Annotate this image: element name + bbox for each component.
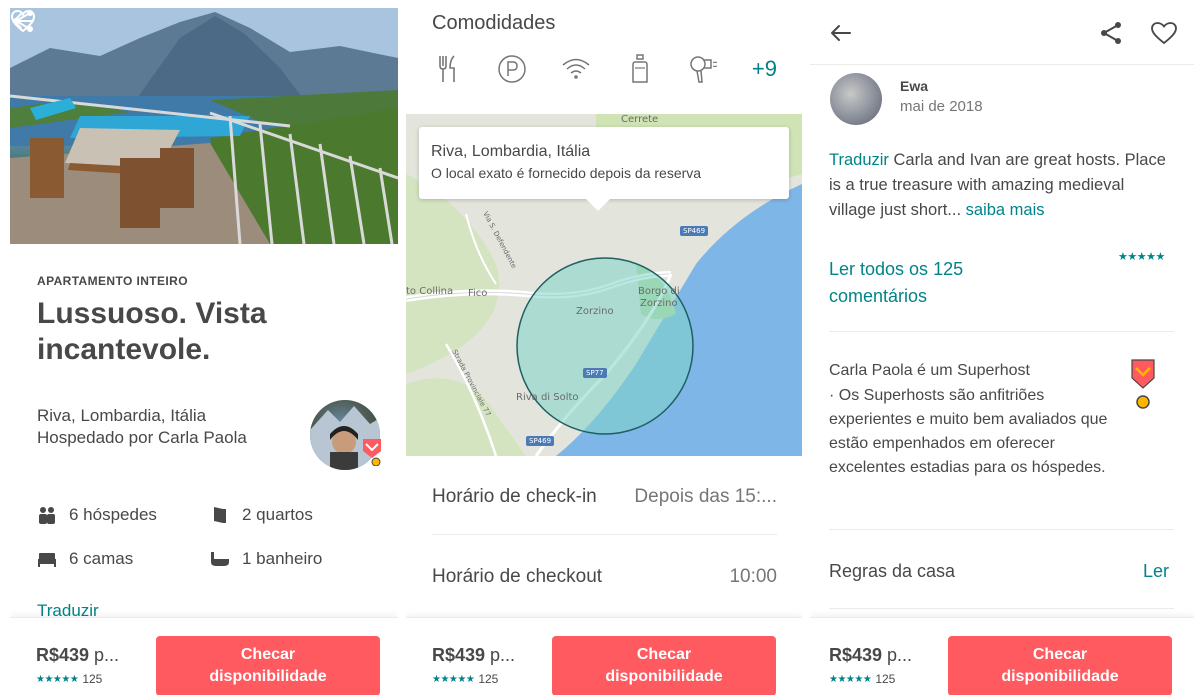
superhost-badge-icon	[1131, 359, 1155, 409]
more-amenities-link[interactable]: +9	[752, 56, 777, 82]
divider	[829, 529, 1174, 530]
checkin-value: Depois das 15:...	[634, 486, 777, 507]
map-label-riva-di-solto: Riva di Solto	[516, 392, 579, 403]
rating: ★★★★★ 125	[36, 672, 102, 686]
map-label-collina: to Collina	[406, 286, 454, 297]
rating: ★★★★★ 125	[432, 672, 498, 686]
wifi-icon	[560, 53, 592, 85]
amenities-map-screen: Comodidades +9 Cerrete to Collina Fico Z…	[406, 0, 802, 695]
divider	[829, 331, 1174, 332]
price: R$439 p...	[36, 645, 120, 665]
read-more-link[interactable]: saiba mais	[966, 201, 1045, 219]
road-badge-sp469-2: SP469	[526, 436, 555, 446]
back-arrow-icon[interactable]	[830, 20, 852, 46]
superhost-description: · Os Superhosts são anfitriões experient…	[829, 387, 1108, 476]
house-rules-read-link[interactable]: Ler	[1143, 561, 1169, 582]
map-label-fico: Fico	[468, 288, 488, 299]
share-icon[interactable]	[1098, 20, 1124, 46]
map-tooltip: Riva, Lombardia, Itália O local exato é …	[419, 127, 789, 211]
feature-bathrooms: 1 banheiro	[210, 549, 322, 569]
listing-location: Riva, Lombardia, Itália	[37, 406, 207, 425]
review-count: 125	[82, 672, 103, 686]
map-label-borgo: Borgo di	[638, 286, 680, 297]
review-stars: ★★★★★	[1118, 251, 1165, 263]
feature-beds: 6 camas	[37, 549, 133, 569]
map-label-borgo-zorzino: Zorzino	[640, 298, 678, 309]
beds-text: 6 camas	[69, 549, 134, 568]
listing-title: Lussuoso. Vista incantevole.	[37, 297, 267, 366]
bed-icon	[38, 553, 56, 567]
rating-stars: ★★★★★	[432, 673, 475, 685]
hairdryer-icon	[688, 53, 720, 85]
listing-photo[interactable]	[10, 8, 398, 244]
rating-stars: ★★★★★	[829, 673, 872, 685]
amenities-title: Comodidades	[432, 12, 556, 34]
guests-icon	[39, 507, 55, 524]
booking-bar: R$439 p... ★★★★★ 125 Checar disponibilida…	[10, 617, 398, 695]
checkin-row[interactable]: Horário de check-in Depois das 15:...	[432, 486, 777, 508]
tooltip-subtitle: O local exato é fornecido depois da rese…	[431, 165, 702, 181]
bottle-icon	[624, 53, 656, 85]
reviewer-name: Ewa	[900, 78, 929, 94]
rating-stars: ★★★★★	[36, 673, 79, 685]
bathrooms-text: 1 banheiro	[242, 549, 323, 568]
host-line: Hospedado por Carla Paola	[37, 428, 247, 447]
bedrooms-text: 2 quartos	[242, 505, 313, 524]
check-availability-button[interactable]: Checar disponibilidade	[948, 636, 1172, 695]
divider	[432, 534, 777, 535]
road-badge-sp77: SP77	[583, 368, 607, 378]
price: R$439 p...	[432, 645, 516, 665]
rating: ★★★★★ 125	[829, 672, 895, 686]
divider	[829, 608, 1174, 609]
road-badge-sp469: SP469	[680, 226, 709, 236]
booking-bar: R$439 p... ★★★★★ 125 Checar disponibilida…	[810, 617, 1194, 695]
check-availability-button[interactable]: Checar disponibilidade	[552, 636, 776, 695]
map-label-cerrete: Cerrete	[621, 114, 659, 125]
divider	[810, 64, 1194, 65]
superhost-title: Carla Paola é um Superhost	[829, 362, 1030, 379]
checkin-label: Horário de check-in	[432, 486, 597, 507]
review-translate-link[interactable]: Traduzir	[829, 151, 889, 169]
review-count: 125	[875, 672, 896, 686]
reviews-screen: Ewa mai de 2018 Traduzir Carla and Ivan …	[810, 0, 1194, 695]
listing-type: APARTAMENTO INTEIRO	[37, 274, 188, 288]
booking-bar: R$439 p... ★★★★★ 125 Checar disponibilida…	[406, 617, 802, 695]
door-icon	[214, 507, 226, 523]
reviewer-avatar[interactable]	[830, 73, 882, 125]
superhost-badge-icon	[363, 439, 381, 466]
checkout-row[interactable]: Horário de checkout 10:00	[432, 566, 777, 588]
review-date: mai de 2018	[900, 98, 983, 115]
feature-bedrooms: 2 quartos	[210, 505, 313, 525]
checkout-label: Horário de checkout	[432, 566, 603, 587]
checkout-value: 10:00	[729, 566, 777, 587]
amenities-row[interactable]: +9	[432, 52, 777, 86]
feature-guests: 6 hóspedes	[37, 505, 157, 525]
cutlery-icon	[432, 53, 464, 85]
listing-overview-screen: APARTAMENTO INTEIRO Lussuoso. Vista inca…	[10, 0, 398, 695]
check-availability-button[interactable]: Checar disponibilidade	[156, 636, 380, 695]
tooltip-title: Riva, Lombardia, Itália	[431, 143, 591, 160]
heart-icon[interactable]	[1150, 20, 1178, 46]
house-rules-label: Regras da casa	[829, 561, 956, 581]
guests-text: 6 hóspedes	[69, 505, 157, 524]
bathtub-icon	[211, 552, 229, 566]
review-text: Traduzir Carla and Ivan are great hosts.…	[829, 151, 1166, 219]
location-map[interactable]: Cerrete to Collina Fico Zorzino Borgo di…	[406, 114, 802, 456]
parking-icon	[496, 53, 528, 85]
read-all-reviews-link[interactable]: Ler todos os 125 comentários	[829, 256, 1029, 310]
price: R$439 p...	[829, 645, 913, 665]
map-label-zorzino: Zorzino	[576, 306, 614, 317]
heart-icon[interactable]	[10, 8, 36, 34]
review-count: 125	[478, 672, 499, 686]
